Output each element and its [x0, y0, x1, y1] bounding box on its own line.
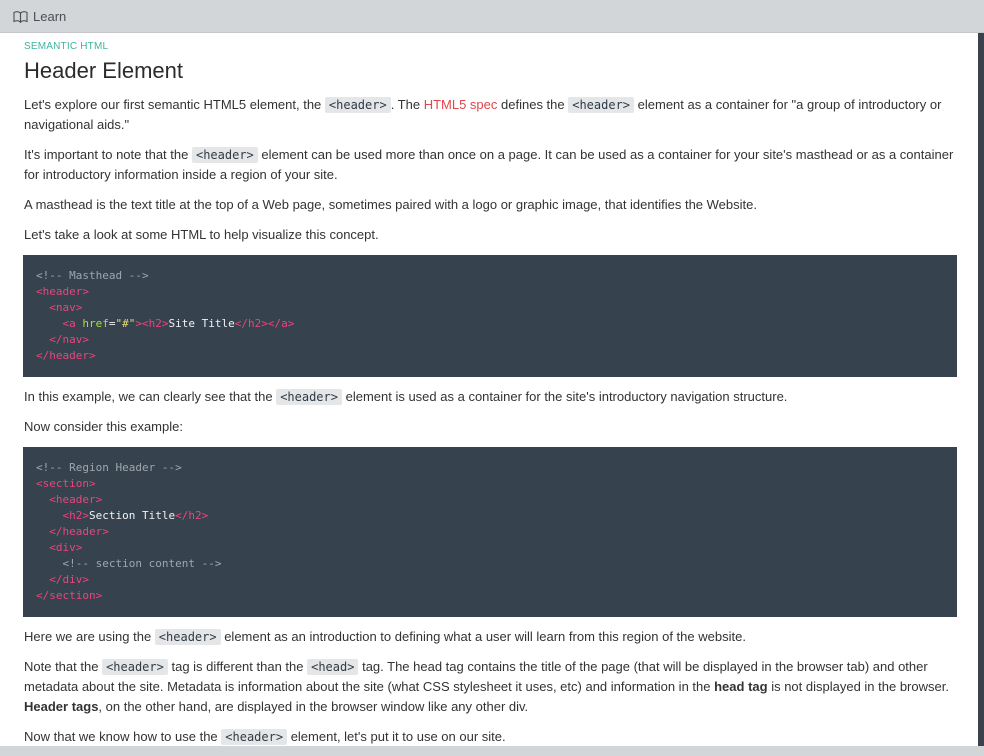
text: , on the other hand, are displayed in th…	[98, 699, 529, 714]
inline-code: <head>	[307, 659, 359, 675]
code-block-region-header: <!-- Region Header --> <section> <header…	[23, 447, 957, 617]
text: It's important to note that the	[24, 147, 192, 162]
code-tag: <h2>	[62, 509, 90, 522]
code-string: "#"	[115, 317, 136, 330]
code-comment: <!-- Masthead -->	[36, 269, 149, 282]
text: Here we are using the	[24, 629, 155, 644]
lesson-title: Header Element	[24, 58, 183, 83]
book-icon	[13, 10, 28, 24]
code-tag: >	[135, 317, 142, 330]
paragraph-head-vs-header: Note that the <header> tag is different …	[24, 657, 954, 717]
html5-spec-link[interactable]: HTML5 spec	[424, 97, 498, 112]
text: Note that the	[24, 659, 103, 674]
text: Let's explore our first semantic HTML5 e…	[24, 97, 325, 112]
right-edge-panel	[978, 33, 984, 746]
text: Now that we know how to use the	[24, 729, 222, 744]
paragraph-example-explain: In this example, we can clearly see that…	[24, 387, 954, 407]
text: defines the	[497, 97, 569, 112]
paragraph-region-explain: Here we are using the <header> element a…	[24, 627, 954, 647]
code-tag: </header>	[36, 349, 96, 362]
text: tag is different than the	[167, 659, 308, 674]
code-tag: </header>	[49, 525, 109, 538]
paragraph-usage: It's important to note that the <header>…	[24, 145, 954, 185]
text: . The	[390, 97, 424, 112]
inline-code: <header>	[102, 659, 168, 675]
paragraph-consider: Now consider this example:	[24, 419, 183, 434]
code-tag: </h2>	[175, 509, 209, 522]
inline-code: <header>	[191, 147, 258, 163]
code-tag: </h2>	[234, 317, 268, 330]
inline-code: <header>	[276, 389, 342, 405]
text: element, let's put it to use on our site…	[287, 729, 506, 744]
top-bar: Learn	[0, 0, 984, 33]
code-comment: <!-- Region Header -->	[36, 461, 182, 474]
code-tag: <header>	[36, 285, 89, 298]
code-tag: </nav>	[49, 333, 89, 346]
paragraph-closing: Now that we know how to use the <header>…	[24, 727, 954, 746]
bottom-bar	[0, 746, 984, 756]
code-text: Section Title	[89, 509, 176, 522]
inline-code: <header>	[154, 629, 221, 645]
learn-tab-title[interactable]: Learn	[33, 9, 66, 24]
bold-text: Header tags	[24, 699, 99, 714]
lesson-content: SEMANTIC HTML Header Element Let's explo…	[0, 33, 978, 746]
bold-text: head tag	[714, 679, 768, 694]
code-tag: <header>	[49, 493, 103, 506]
paragraph-lookahead: Let's take a look at some HTML to help v…	[24, 227, 379, 242]
paragraph-intro: Let's explore our first semantic HTML5 e…	[24, 95, 954, 135]
text: is not displayed in the browser.	[767, 679, 949, 694]
code-tag: <a	[62, 317, 83, 330]
text: element is used as a container for the s…	[341, 389, 788, 404]
code-tag: <nav>	[49, 301, 83, 314]
lesson-category: SEMANTIC HTML	[24, 41, 109, 52]
code-tag: <h2>	[142, 317, 169, 330]
inline-code: <header>	[568, 97, 635, 113]
code-text: =	[108, 317, 116, 330]
code-attr: href	[82, 317, 109, 330]
code-tag: </a>	[267, 317, 295, 330]
inline-code: <header>	[324, 97, 391, 113]
code-tag: <section>	[36, 477, 96, 490]
text: element as an introduction to defining w…	[220, 629, 746, 644]
code-comment: <!-- section content -->	[62, 557, 222, 570]
code-block-masthead: <!-- Masthead --> <header> <nav> <a href…	[23, 255, 957, 377]
text: In this example, we can clearly see that…	[24, 389, 277, 404]
inline-code: <header>	[221, 729, 288, 745]
paragraph-masthead: A masthead is the text title at the top …	[24, 197, 757, 212]
code-tag: </section>	[36, 589, 103, 602]
code-tag: </div>	[49, 573, 89, 586]
code-tag: <div>	[49, 541, 83, 554]
code-text: Site Title	[168, 317, 235, 330]
